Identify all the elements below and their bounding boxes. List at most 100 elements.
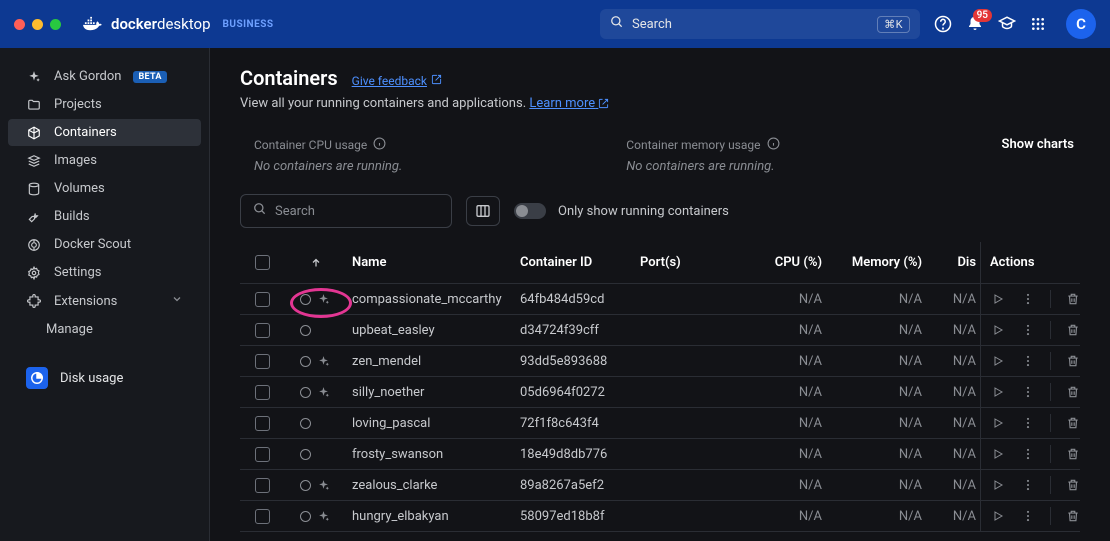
play-button[interactable]: [986, 287, 1010, 311]
table-row[interactable]: upbeat_easleyd34724f39cffN/AN/AN/A: [240, 315, 1080, 346]
window-controls: [14, 19, 61, 30]
more-actions-button[interactable]: [1016, 442, 1040, 466]
give-feedback-link[interactable]: Give feedback: [352, 74, 442, 88]
play-button[interactable]: [986, 473, 1010, 497]
delete-button[interactable]: [1061, 473, 1085, 497]
col-header-memory[interactable]: Memory (%): [826, 255, 926, 270]
delete-button[interactable]: [1061, 411, 1085, 435]
more-actions-button[interactable]: [1016, 380, 1040, 404]
table-row[interactable]: zealous_clarke89a8267a5ef2N/AN/AN/A: [240, 470, 1080, 501]
table-row[interactable]: frosty_swanson18e49d8db776N/AN/AN/A: [240, 439, 1080, 470]
cell-container-id: 18e49d8db776: [516, 447, 636, 462]
row-checkbox[interactable]: [255, 478, 270, 493]
more-actions-button[interactable]: [1016, 318, 1040, 342]
filter-placeholder: Search: [275, 204, 315, 219]
table-row[interactable]: zen_mendel93dd5e893688N/AN/AN/A: [240, 346, 1080, 377]
search-icon: [253, 202, 267, 220]
table-row[interactable]: compassionate_mccarthy64fb484d59cdN/AN/A…: [240, 284, 1080, 315]
col-header-ports[interactable]: Port(s): [636, 255, 736, 270]
play-button[interactable]: [986, 411, 1010, 435]
col-header-name[interactable]: Name: [348, 255, 516, 270]
sidebar-item-extensions[interactable]: Extensions: [8, 287, 201, 315]
container-filter-input[interactable]: Search: [240, 194, 452, 228]
minimize-window-button[interactable]: [32, 19, 43, 30]
app-name: dockerdesktop: [111, 15, 211, 33]
play-button[interactable]: [986, 442, 1010, 466]
table-row[interactable]: loving_pascal72f1f8c643f4N/AN/AN/A: [240, 408, 1080, 439]
learning-button[interactable]: [998, 15, 1016, 33]
sidebar-item-label: Builds: [54, 209, 90, 224]
cell-cpu: N/A: [736, 385, 826, 400]
more-actions-button[interactable]: [1016, 287, 1040, 311]
cell-actions: [980, 442, 1090, 466]
status-icon: [300, 387, 311, 398]
col-header-disk[interactable]: Dis: [926, 255, 980, 270]
delete-button[interactable]: [1061, 318, 1085, 342]
global-search[interactable]: Search ⌘K: [600, 9, 920, 39]
row-checkbox[interactable]: [255, 292, 270, 307]
row-checkbox[interactable]: [255, 447, 270, 462]
row-checkbox[interactable]: [255, 509, 270, 524]
sidebar-item-projects[interactable]: Projects: [8, 91, 201, 118]
cell-disk: N/A: [926, 354, 980, 369]
close-window-button[interactable]: [14, 19, 25, 30]
beta-badge: BETA: [133, 71, 166, 83]
delete-button[interactable]: [1061, 442, 1085, 466]
radar-icon: [26, 238, 42, 252]
sidebar-item-manage[interactable]: Manage: [0, 316, 209, 343]
delete-button[interactable]: [1061, 380, 1085, 404]
cell-memory: N/A: [826, 509, 926, 524]
more-actions-button[interactable]: [1016, 473, 1040, 497]
delete-button[interactable]: [1061, 504, 1085, 528]
sidebar-item-containers[interactable]: Containers: [8, 119, 201, 146]
notifications-button[interactable]: 95: [966, 15, 984, 33]
row-checkbox[interactable]: [255, 385, 270, 400]
select-all-checkbox[interactable]: [255, 255, 270, 270]
more-actions-button[interactable]: [1016, 504, 1040, 528]
table-row[interactable]: hungry_elbakyan58097ed18b8fN/AN/AN/A: [240, 501, 1080, 532]
column-settings-button[interactable]: [466, 196, 500, 226]
more-actions-button[interactable]: [1016, 411, 1040, 435]
row-checkbox[interactable]: [255, 323, 270, 338]
col-header-cpu[interactable]: CPU (%): [736, 255, 826, 270]
sidebar-item-docker-scout[interactable]: Docker Scout: [8, 231, 201, 258]
apps-grid-button[interactable]: [1030, 16, 1046, 32]
table-row[interactable]: silly_noether05d6964f0272N/AN/AN/A: [240, 377, 1080, 408]
sidebar-item-ask-gordon[interactable]: Ask Gordon BETA: [8, 63, 201, 90]
play-button[interactable]: [986, 380, 1010, 404]
sidebar-ext-disk-usage[interactable]: Disk usage: [8, 361, 201, 395]
info-icon[interactable]: [373, 137, 386, 153]
running-only-toggle[interactable]: [514, 203, 546, 219]
learn-more-link[interactable]: Learn more: [529, 96, 609, 111]
info-icon[interactable]: [767, 137, 780, 153]
row-checkbox[interactable]: [255, 354, 270, 369]
sidebar-item-settings[interactable]: Settings: [8, 259, 201, 286]
help-button[interactable]: [934, 15, 952, 33]
maximize-window-button[interactable]: [50, 19, 61, 30]
show-charts-button[interactable]: Show charts: [1002, 137, 1080, 152]
search-placeholder: Search: [632, 17, 672, 32]
sidebar-item-builds[interactable]: Builds: [8, 203, 201, 230]
cell-name: frosty_swanson: [348, 447, 516, 462]
external-link-icon: [598, 98, 609, 109]
cell-actions: [980, 411, 1090, 435]
sidebar-item-images[interactable]: Images: [8, 147, 201, 174]
sort-indicator[interactable]: [284, 257, 348, 269]
sidebar-item-volumes[interactable]: Volumes: [8, 175, 201, 202]
col-header-container-id[interactable]: Container ID: [516, 255, 636, 270]
cell-memory: N/A: [826, 385, 926, 400]
row-checkbox[interactable]: [255, 416, 270, 431]
feedback-icon: [431, 74, 442, 88]
play-button[interactable]: [986, 318, 1010, 342]
user-avatar[interactable]: C: [1066, 9, 1096, 39]
cell-name: zealous_clarke: [348, 478, 516, 493]
delete-button[interactable]: [1061, 349, 1085, 373]
wrench-icon: [26, 210, 42, 224]
play-button[interactable]: [986, 349, 1010, 373]
sparkle-icon: [26, 70, 42, 84]
more-actions-button[interactable]: [1016, 349, 1040, 373]
sidebar-item-label: Projects: [54, 97, 102, 112]
page-title: Containers: [240, 66, 338, 90]
delete-button[interactable]: [1061, 287, 1085, 311]
play-button[interactable]: [986, 504, 1010, 528]
